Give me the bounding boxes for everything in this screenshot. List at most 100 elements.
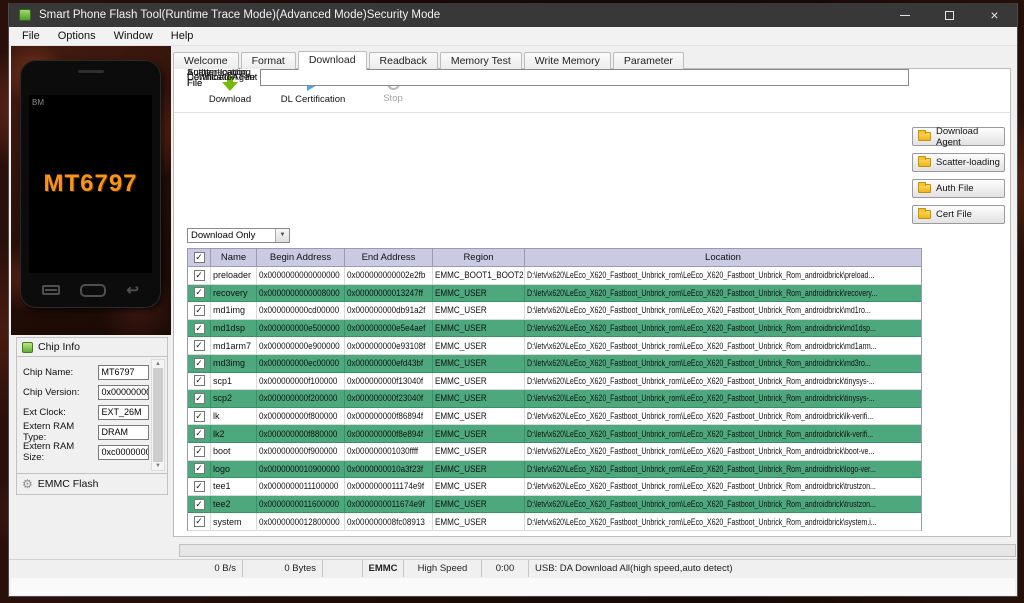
- row-checkbox[interactable]: ✓: [194, 270, 205, 281]
- cell-end-address: 0x000000000f86894f: [345, 408, 433, 425]
- phone-speaker: [78, 70, 104, 73]
- close-button[interactable]: ×: [972, 3, 1017, 27]
- menu-item[interactable]: Window: [105, 30, 162, 42]
- chip-field-label: Chip Name:: [23, 367, 98, 378]
- tab[interactable]: Memory Test: [440, 52, 522, 69]
- header-name[interactable]: Name: [211, 249, 257, 266]
- cell-region: EMMC_USER: [433, 478, 525, 495]
- window-footer: [11, 578, 1015, 595]
- table-row[interactable]: ✓ md1dsp 0x000000000e500000 0x000000000e…: [188, 320, 921, 338]
- menu-item[interactable]: File: [13, 30, 49, 42]
- cell-location: D:\letv\x620\LeEco_X620_Fastboot_Unbrick…: [525, 478, 921, 495]
- tab[interactable]: Readback: [369, 52, 438, 69]
- file-path-input[interactable]: ▼: [260, 69, 909, 86]
- scroll-down-icon[interactable]: ▼: [155, 463, 161, 469]
- cell-begin-address: 0x0000000012800000: [257, 513, 345, 530]
- tab[interactable]: Welcome: [173, 52, 239, 69]
- header-end-address[interactable]: End Address: [345, 249, 433, 266]
- checkbox-icon: ✓: [194, 252, 205, 263]
- chip-info-header: Chip Info: [17, 338, 167, 357]
- table-row[interactable]: ✓ md1arm7 0x000000000e900000 0x000000000…: [188, 337, 921, 355]
- header-region[interactable]: Region: [433, 249, 525, 266]
- table-row[interactable]: ✓ md1img 0x000000000cd00000 0x000000000d…: [188, 302, 921, 320]
- row-checkbox[interactable]: ✓: [194, 428, 205, 439]
- row-checkbox[interactable]: ✓: [194, 481, 205, 492]
- tab[interactable]: Write Memory: [524, 52, 611, 69]
- row-checkbox[interactable]: ✓: [194, 446, 205, 457]
- download-action-label: Download: [209, 94, 251, 105]
- cell-region: EMMC_USER: [433, 496, 525, 513]
- chip-info-scrollbar[interactable]: ▲ ▼: [151, 359, 165, 471]
- scrollbar-thumb[interactable]: [153, 368, 163, 462]
- cell-end-address: 0x000000008fc08913: [345, 513, 433, 530]
- window-title: Smart Phone Flash Tool(Runtime Trace Mod…: [39, 9, 440, 21]
- chip-field-label: Ext Clock:: [23, 407, 98, 418]
- cell-location: D:\letv\x620\LeEco_X620_Fastboot_Unbrick…: [525, 267, 921, 284]
- table-row[interactable]: ✓ tee2 0x0000000011600000 0x000000001167…: [188, 496, 921, 514]
- header-begin-address[interactable]: Begin Address: [257, 249, 345, 266]
- row-checkbox[interactable]: ✓: [194, 393, 205, 404]
- cell-name: scp1: [211, 373, 257, 390]
- tab[interactable]: Parameter: [613, 52, 684, 69]
- browse-button-label: Scatter-loading: [936, 157, 1000, 168]
- table-row[interactable]: ✓ scp1 0x000000000f100000 0x000000000f13…: [188, 373, 921, 391]
- tab-bar: WelcomeFormatDownloadReadbackMemory Test…: [173, 51, 686, 69]
- scroll-up-icon[interactable]: ▲: [155, 361, 161, 367]
- table-row[interactable]: ✓ system 0x0000000012800000 0x000000008f…: [188, 513, 921, 531]
- partition-table: ✓ Name Begin Address End Address Region …: [187, 248, 922, 531]
- cell-begin-address: 0x000000000f100000: [257, 373, 345, 390]
- app-icon: [19, 9, 31, 21]
- table-row[interactable]: ✓ boot 0x000000000f900000 0x000000001030…: [188, 443, 921, 461]
- row-checkbox[interactable]: ✓: [194, 340, 205, 351]
- table-row[interactable]: ✓ preloader 0x0000000000000000 0x0000000…: [188, 267, 921, 285]
- device-preview: BM MT6797 ↩: [11, 46, 171, 335]
- phone-nav-buttons: ↩: [30, 279, 151, 301]
- table-row[interactable]: ✓ scp2 0x000000000f200000 0x000000000f23…: [188, 390, 921, 408]
- select-all-checkbox[interactable]: ✓: [188, 249, 211, 266]
- table-row[interactable]: ✓ lk 0x000000000f800000 0x000000000f8689…: [188, 408, 921, 426]
- row-checkbox[interactable]: ✓: [194, 516, 205, 527]
- row-checkbox[interactable]: ✓: [194, 358, 205, 369]
- maximize-button[interactable]: [927, 3, 972, 27]
- cell-region: EMMC_USER: [433, 461, 525, 478]
- cell-name: md1img: [211, 302, 257, 319]
- cell-end-address: 0x00000000013247ff: [345, 285, 433, 302]
- row-checkbox[interactable]: ✓: [194, 499, 205, 510]
- phone-screen: BM MT6797: [29, 95, 152, 273]
- minimize-button[interactable]: [882, 3, 927, 27]
- menu-item[interactable]: Options: [49, 30, 105, 42]
- row-checkbox[interactable]: ✓: [194, 463, 205, 474]
- row-checkbox[interactable]: ✓: [194, 287, 205, 298]
- table-row[interactable]: ✓ md3img 0x000000000ec00000 0x000000000e…: [188, 355, 921, 373]
- cell-location: D:\letv\x620\LeEco_X620_Fastboot_Unbrick…: [525, 443, 921, 460]
- cell-region: EMMC_USER: [433, 408, 525, 425]
- table-row[interactable]: ✓ lk2 0x000000000f880000 0x000000000f8e8…: [188, 425, 921, 443]
- header-location[interactable]: Location: [525, 249, 921, 266]
- gear-icon: ⚙: [22, 478, 33, 490]
- cell-name: preloader: [211, 267, 257, 284]
- browse-button[interactable]: Download Agent: [912, 127, 1005, 146]
- cell-location: D:\letv\x620\LeEco_X620_Fastboot_Unbrick…: [525, 496, 921, 513]
- menu-bar: FileOptionsWindowHelp: [9, 27, 1017, 46]
- cell-begin-address: 0x0000000011600000: [257, 496, 345, 513]
- row-checkbox[interactable]: ✓: [194, 323, 205, 334]
- download-mode-select[interactable]: Download Only ▼: [187, 228, 290, 243]
- menu-item[interactable]: Help: [162, 30, 203, 42]
- row-checkbox[interactable]: ✓: [194, 411, 205, 422]
- browse-button[interactable]: Auth File: [912, 179, 1005, 198]
- table-row[interactable]: ✓ logo 0x0000000010900000 0x0000000010a3…: [188, 461, 921, 479]
- row-checkbox-cell: ✓: [188, 337, 211, 354]
- chevron-down-icon[interactable]: ▼: [275, 229, 289, 242]
- tab[interactable]: Download: [298, 51, 367, 70]
- cell-name: logo: [211, 461, 257, 478]
- table-row[interactable]: ✓ recovery 0x0000000000008000 0x00000000…: [188, 285, 921, 303]
- browse-button[interactable]: Scatter-loading: [912, 153, 1005, 172]
- tab[interactable]: Format: [241, 52, 296, 69]
- browse-button[interactable]: Cert File: [912, 205, 1005, 224]
- cell-name: boot: [211, 443, 257, 460]
- row-checkbox-cell: ✓: [188, 285, 211, 302]
- cell-begin-address: 0x0000000000000000: [257, 267, 345, 284]
- row-checkbox[interactable]: ✓: [194, 375, 205, 386]
- table-row[interactable]: ✓ tee1 0x0000000011100000 0x000000001117…: [188, 478, 921, 496]
- row-checkbox[interactable]: ✓: [194, 305, 205, 316]
